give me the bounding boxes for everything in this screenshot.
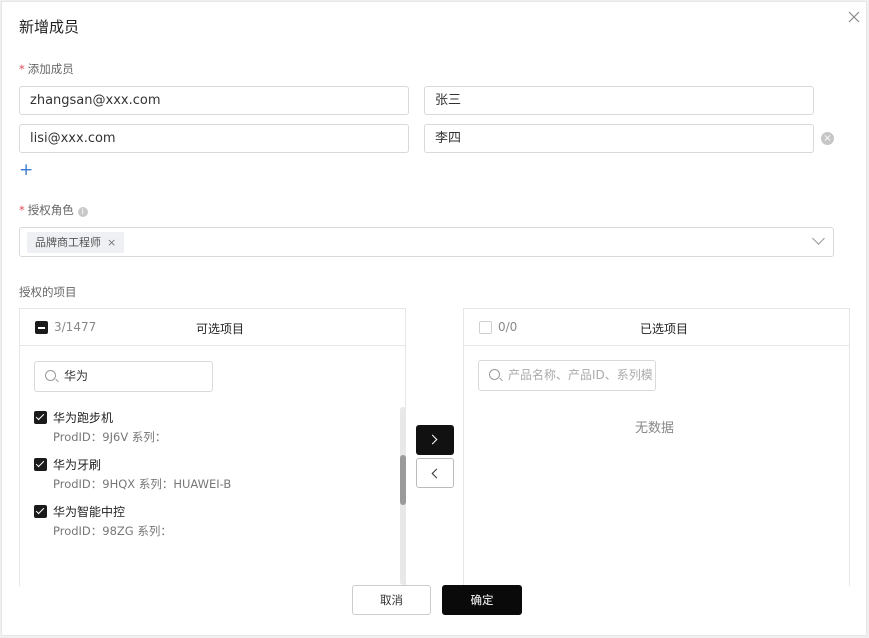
info-icon[interactable]: i: [77, 207, 88, 217]
remove-row-icon[interactable]: ×: [821, 132, 834, 145]
source-panel: 3/1477 可选项目: [19, 308, 406, 586]
source-scrollbar[interactable]: [400, 407, 406, 585]
source-search-value: 华为: [64, 369, 89, 383]
member-2-name-input[interactable]: 李四: [424, 124, 814, 153]
search-icon: [45, 370, 56, 381]
close-icon[interactable]: [846, 9, 862, 25]
item-meta: ProdID：9J6V 系列：: [53, 430, 167, 444]
cancel-button[interactable]: 取消: [352, 585, 431, 615]
source-select-all-checkbox[interactable]: [35, 321, 48, 334]
target-search-input[interactable]: 产品名称、产品ID、系列模: [478, 360, 656, 391]
source-count: 3/1477: [54, 320, 97, 334]
item-meta: ProdID：9HQX 系列：HUAWEI-B: [53, 477, 232, 491]
role-select[interactable]: 品牌商工程师 ×: [19, 227, 834, 257]
projects-label: 授权的项目: [19, 285, 77, 299]
role-label: * 授权角色 i: [19, 202, 88, 218]
member-1-name-input[interactable]: 张三: [424, 86, 814, 115]
member-2-email-input[interactable]: lisi@xxx.com: [19, 124, 409, 153]
target-search-placeholder: 产品名称、产品ID、系列模: [508, 368, 653, 382]
role-tag: 品牌商工程师 ×: [27, 232, 125, 253]
tag-remove-icon[interactable]: ×: [107, 236, 116, 249]
chevron-right-icon: [427, 434, 438, 445]
add-member-icon[interactable]: +: [19, 160, 33, 180]
source-panel-header: 3/1477 可选项目: [20, 309, 405, 346]
empty-state-text: 无数据: [635, 421, 675, 436]
target-panel: 0/0 已选项目: [463, 308, 850, 586]
scrollbar-thumb[interactable]: [400, 455, 406, 505]
confirm-button[interactable]: 确定: [442, 585, 522, 615]
item-name: 华为智能中控: [53, 505, 126, 519]
search-icon: [489, 369, 500, 380]
move-right-button[interactable]: [416, 425, 454, 455]
target-panel-title: 已选项目: [640, 322, 689, 336]
source-panel-title: 可选项目: [196, 322, 245, 336]
members-label: * 添加成员: [19, 62, 74, 76]
item-checkbox[interactable]: [34, 505, 47, 518]
item-checkbox[interactable]: [34, 411, 47, 424]
target-select-all-checkbox[interactable]: [479, 321, 492, 334]
target-count: 0/0: [498, 320, 518, 334]
member-1-email-input[interactable]: zhangsan@xxx.com: [19, 86, 409, 115]
chevron-down-icon: [812, 232, 825, 245]
chevron-left-icon: [431, 468, 442, 479]
target-panel-header: 0/0 已选项目: [464, 309, 849, 346]
add-member-dialog: 新增成员 * 添加成员 zhangsan@xxx.com 张三 lisi@xxx.…: [1, 1, 867, 636]
item-checkbox[interactable]: [34, 458, 47, 471]
item-name: 华为跑步机: [53, 411, 114, 425]
role-tag-label: 品牌商工程师: [35, 236, 101, 249]
source-search-input[interactable]: 华为: [34, 361, 213, 392]
item-meta: ProdID：98ZG 系列：: [53, 524, 172, 538]
move-left-button[interactable]: [416, 458, 454, 488]
dialog-title: 新增成员: [19, 18, 80, 36]
item-name: 华为牙刷: [53, 458, 102, 472]
